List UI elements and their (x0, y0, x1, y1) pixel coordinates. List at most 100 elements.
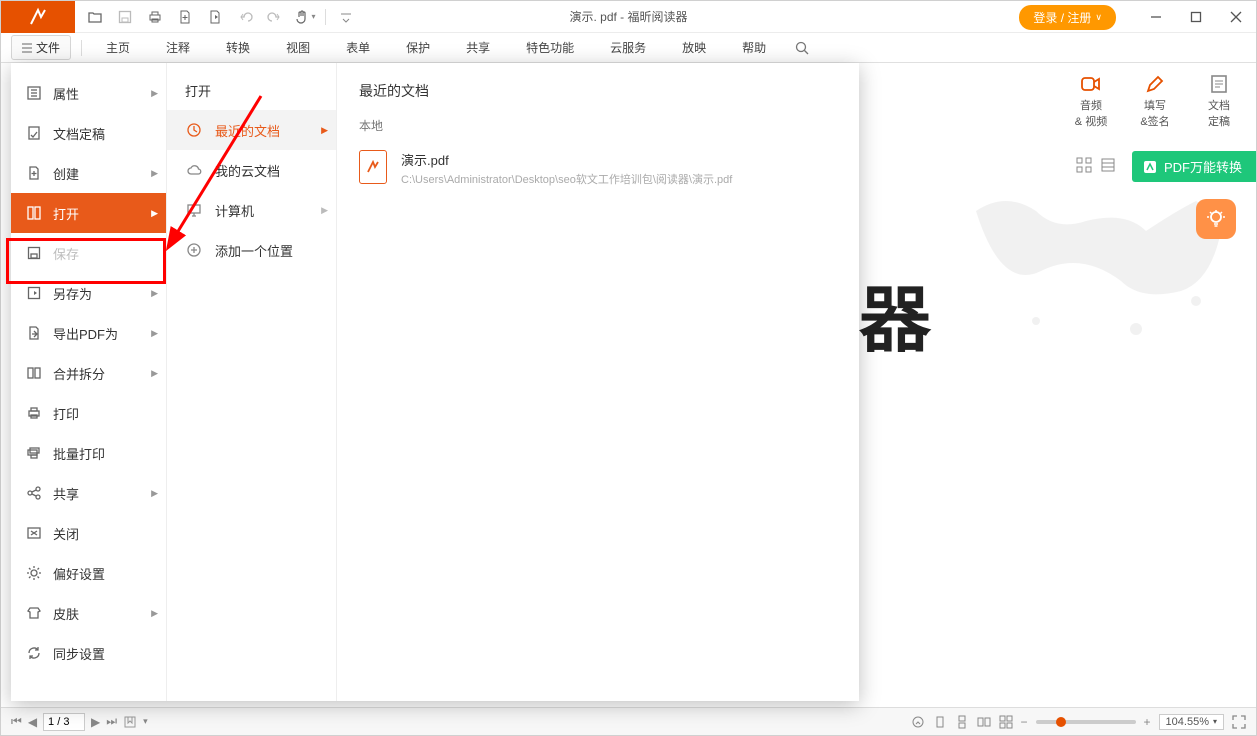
zoom-slider[interactable] (1036, 720, 1136, 724)
save-icon[interactable] (111, 3, 139, 31)
first-page-icon[interactable]: ⏮ (11, 714, 22, 729)
last-page-icon[interactable]: ⏭ (106, 714, 117, 729)
prev-page-icon[interactable]: ◀ (28, 715, 37, 729)
new-doc-icon[interactable] (171, 3, 199, 31)
app-logo[interactable] (1, 1, 75, 33)
page-number-input[interactable] (43, 713, 85, 731)
monitor-icon (185, 202, 203, 218)
ribbon-right-group: 音频 & 视频 填写 &签名 文档 定稿 (1068, 73, 1242, 129)
filemenu-close[interactable]: 关闭 (11, 513, 166, 553)
tab-features[interactable]: 特色功能 (508, 33, 592, 63)
props-icon (25, 84, 43, 102)
filemenu-final[interactable]: 文档定稿 (11, 113, 166, 153)
pdf-convert-button[interactable]: PDF万能转换 (1132, 151, 1256, 182)
skin-icon (25, 604, 43, 622)
filemenu-export[interactable]: 导出PDF为▶ (11, 313, 166, 353)
share-icon (25, 484, 43, 502)
tab-annotate[interactable]: 注释 (148, 33, 208, 63)
tab-share[interactable]: 共享 (448, 33, 508, 63)
minimize-button[interactable] (1136, 1, 1176, 33)
tab-slideshow[interactable]: 放映 (664, 33, 724, 63)
filemenu-props[interactable]: 属性▶ (11, 73, 166, 113)
filemenu-batch[interactable]: 批量打印 (11, 433, 166, 473)
tab-protect[interactable]: 保护 (388, 33, 448, 63)
export-doc-icon[interactable] (201, 3, 229, 31)
tab-forms[interactable]: 表单 (328, 33, 388, 63)
qat-customize-icon[interactable] (332, 3, 360, 31)
filemenu-print[interactable]: 打印 (11, 393, 166, 433)
facing-page-icon[interactable] (977, 715, 991, 729)
chevron-right-icon: ▶ (151, 208, 158, 219)
filemenu-pref[interactable]: 偏好设置 (11, 553, 166, 593)
create-icon (25, 164, 43, 182)
fullscreen-icon[interactable] (1232, 715, 1246, 729)
status-bar: ⏮ ◀ ▶ ⏭ ▾ − + 104.55% ▾ (1, 707, 1256, 735)
continuous-page-icon[interactable] (955, 715, 969, 729)
grid-view-icon[interactable] (1076, 157, 1092, 173)
facing-continuous-icon[interactable] (999, 715, 1013, 729)
app-window: ▾ 演示. pdf - 福昕阅读器 登录 / 注册 ∨ 文件 主页 注释 转换 … (0, 0, 1257, 736)
hand-tool-icon[interactable]: ▾ (291, 3, 319, 31)
open-cloud[interactable]: 我的云文档 (167, 150, 336, 190)
filemenu-merge[interactable]: 合并拆分▶ (11, 353, 166, 393)
merge-icon (25, 364, 43, 382)
ribbon-tabs: 文件 主页 注释 转换 视图 表单 保护 共享 特色功能 云服务 放映 帮助 (1, 33, 1256, 63)
open-file-icon[interactable] (81, 3, 109, 31)
cloud-icon (185, 162, 203, 178)
tab-cloud[interactable]: 云服务 (592, 33, 664, 63)
maximize-button[interactable] (1176, 1, 1216, 33)
filemenu-save: 保存 (11, 233, 166, 273)
filemenu-create[interactable]: 创建▶ (11, 153, 166, 193)
zoom-out-icon[interactable]: − (1021, 715, 1028, 729)
chevron-down-icon: ∨ (1095, 12, 1102, 23)
open-icon (25, 204, 43, 222)
single-page-icon[interactable] (933, 715, 947, 729)
recent-file-entry[interactable]: 演示.pdfC:\Users\Administrator\Desktop\seo… (359, 144, 837, 193)
recent-file-name: 演示.pdf (401, 150, 837, 169)
undo-icon[interactable] (231, 3, 259, 31)
saveas-icon (25, 284, 43, 302)
tips-button[interactable] (1196, 199, 1236, 239)
open-computer[interactable]: 计算机▶ (167, 190, 336, 230)
chevron-right-icon: ▶ (321, 125, 328, 136)
hamburger-icon (22, 43, 32, 53)
search-icon[interactable] (794, 40, 810, 56)
reflow-icon[interactable] (911, 715, 925, 729)
chevron-right-icon: ▶ (151, 328, 158, 339)
page-nav: ⏮ ◀ ▶ ⏭ ▾ (11, 713, 148, 731)
tab-view[interactable]: 视图 (268, 33, 328, 63)
doc-finalize-button[interactable]: 文档 定稿 (1196, 73, 1242, 129)
file-menu-col1: 属性▶文档定稿创建▶打开▶保存另存为▶导出PDF为▶合并拆分▶打印批量打印共享▶… (11, 63, 167, 701)
map-decoration (966, 181, 1226, 341)
next-page-icon[interactable]: ▶ (91, 715, 100, 729)
redo-icon[interactable] (261, 3, 289, 31)
tab-help[interactable]: 帮助 (724, 33, 784, 63)
sync-icon (25, 644, 43, 662)
file-menu-panel: 属性▶文档定稿创建▶打开▶保存另存为▶导出PDF为▶合并拆分▶打印批量打印共享▶… (11, 63, 859, 701)
open-recent[interactable]: 最近的文档▶ (167, 110, 336, 150)
open-addloc[interactable]: 添加一个位置 (167, 230, 336, 270)
zoom-slider-thumb[interactable] (1056, 717, 1066, 727)
login-register-button[interactable]: 登录 / 注册 ∨ (1019, 5, 1116, 30)
fill-sign-button[interactable]: 填写 &签名 (1132, 73, 1178, 129)
bookmark-nav-icon[interactable] (123, 715, 137, 729)
audio-video-button[interactable]: 音频 & 视频 (1068, 73, 1114, 129)
page-dropdown-icon[interactable]: ▾ (143, 716, 148, 727)
chevron-right-icon: ▶ (151, 488, 158, 499)
clock-icon (185, 122, 203, 138)
quick-access-toolbar: ▾ (75, 3, 360, 31)
filemenu-saveas[interactable]: 另存为▶ (11, 273, 166, 313)
list-view-icon[interactable] (1100, 157, 1116, 173)
file-menu-button[interactable]: 文件 (11, 35, 71, 60)
filemenu-share[interactable]: 共享▶ (11, 473, 166, 513)
zoom-in-icon[interactable]: + (1144, 715, 1151, 729)
close-button[interactable] (1216, 1, 1256, 33)
zoom-value-box[interactable]: 104.55% ▾ (1159, 714, 1224, 730)
print-icon[interactable] (141, 3, 169, 31)
filemenu-sync[interactable]: 同步设置 (11, 633, 166, 673)
tab-convert[interactable]: 转换 (208, 33, 268, 63)
filemenu-open[interactable]: 打开▶ (11, 193, 166, 233)
chevron-right-icon: ▶ (151, 288, 158, 299)
tab-home[interactable]: 主页 (88, 33, 148, 63)
filemenu-skin[interactable]: 皮肤▶ (11, 593, 166, 633)
